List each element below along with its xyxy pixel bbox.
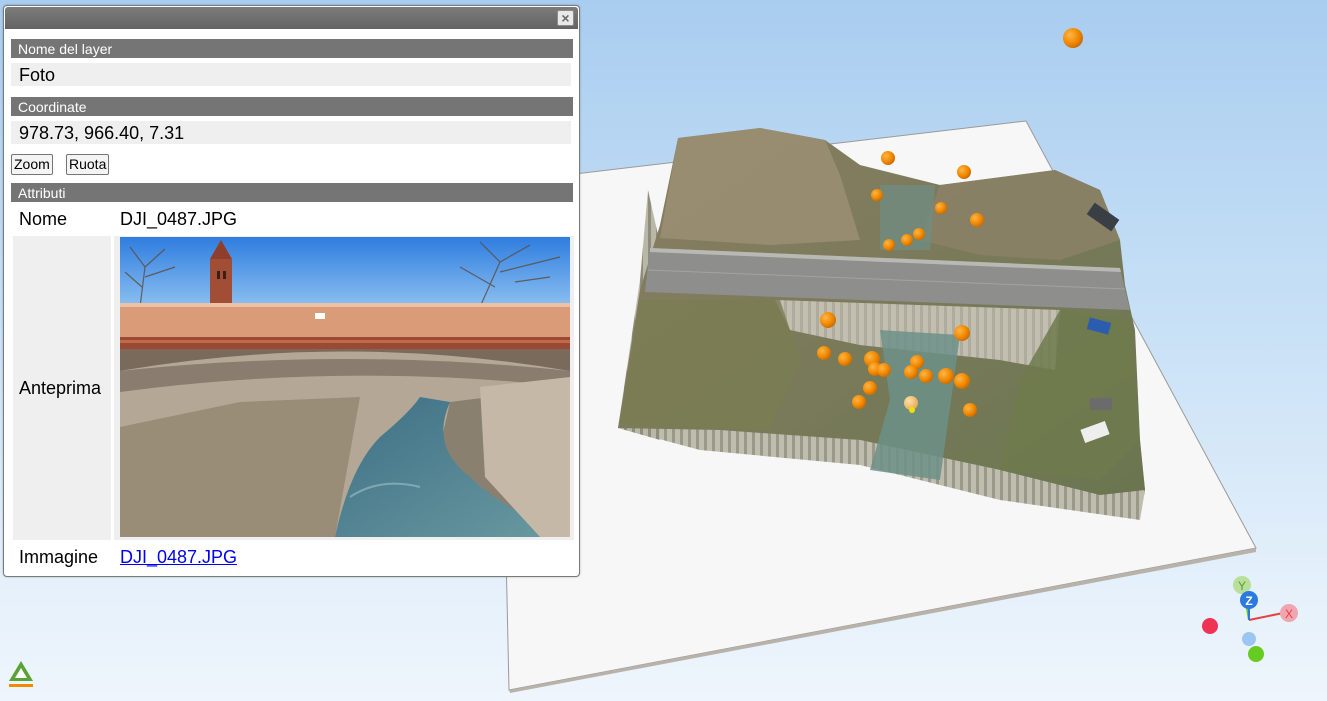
preview-frame (114, 236, 574, 540)
svg-text:X: X (1285, 607, 1293, 621)
rotate-button[interactable]: Ruota (66, 154, 110, 175)
name-value: DJI_0487.JPG (120, 209, 238, 229)
coordinates-value: 978.73, 966.40, 7.31 (11, 121, 571, 144)
photo-preview[interactable] (120, 237, 570, 537)
panel-titlebar[interactable]: × (5, 7, 578, 29)
coordinates-header: Coordinate (11, 97, 573, 116)
image-link[interactable]: DJI_0487.JPG (120, 547, 237, 568)
image-label: Immagine (19, 547, 99, 567)
svg-text:Y: Y (1238, 579, 1246, 593)
app-logo-icon (8, 659, 34, 689)
axis-gizmo[interactable]: X Y Z (1202, 576, 1298, 662)
svg-text:Z: Z (1245, 594, 1252, 608)
layer-name-header: Nome del layer (11, 39, 573, 58)
close-icon[interactable]: × (557, 10, 574, 26)
zoom-button[interactable]: Zoom (11, 154, 53, 175)
layer-name-value: Foto (11, 63, 571, 86)
feature-info-panel: × Nome del layer Foto Coordinate 978.73,… (3, 5, 580, 577)
preview-label: Anteprima (19, 378, 102, 398)
name-label: Nome (19, 209, 68, 229)
attributes-header: Attributi (11, 183, 573, 202)
